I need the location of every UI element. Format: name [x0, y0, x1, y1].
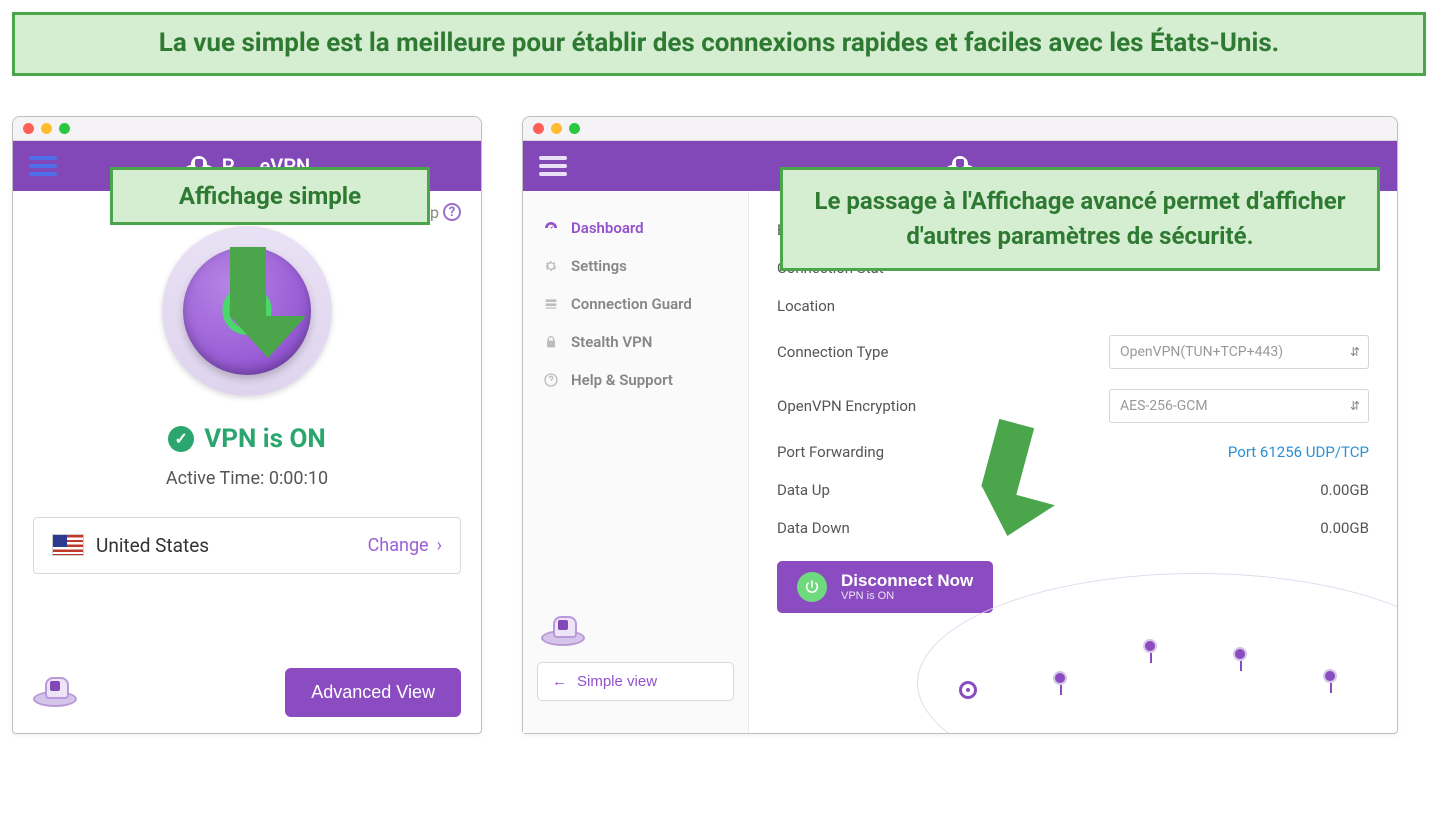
sidebar-item-settings[interactable]: Settings — [523, 247, 748, 285]
window-titlebar — [523, 117, 1397, 141]
sidebar-item-label: Connection Guard — [571, 295, 692, 313]
disconnect-subtitle: VPN is ON — [841, 590, 894, 603]
help-icon: ? — [443, 203, 461, 221]
change-location-link[interactable]: Change › — [368, 535, 442, 556]
window-titlebar — [13, 117, 481, 141]
field-label: OpenVPN Encryption — [777, 397, 916, 415]
fullscreen-icon[interactable] — [569, 123, 580, 134]
minimize-icon[interactable] — [551, 123, 562, 134]
sidebar-item-help[interactable]: Help & Support — [523, 361, 748, 399]
hamburger-menu-icon[interactable] — [539, 152, 567, 180]
hat-logo-icon — [541, 616, 585, 646]
callout-advanced-view: Le passage à l'Affichage avancé permet d… — [780, 167, 1380, 271]
arrow-left-icon: ← — [552, 673, 567, 690]
sidebar-item-label: Help & Support — [571, 371, 673, 389]
pin-icon — [1323, 669, 1337, 683]
advanced-view-button[interactable]: Advanced View — [285, 668, 461, 717]
disconnect-button[interactable]: Disconnect Now VPN is ON — [777, 561, 993, 613]
power-icon — [797, 572, 827, 602]
sidebar-item-label: Settings — [571, 257, 627, 275]
pin-icon — [1143, 639, 1157, 653]
fullscreen-icon[interactable] — [59, 123, 70, 134]
minimize-icon[interactable] — [41, 123, 52, 134]
simple-view-label: Simple view — [577, 673, 657, 690]
field-label: Data Up — [777, 481, 830, 499]
field-label: Port Forwarding — [777, 443, 884, 461]
select-value: AES-256-GCM — [1120, 398, 1208, 414]
sidebar-item-stealth-vpn[interactable]: Stealth VPN — [523, 323, 748, 361]
simple-view-button[interactable]: ← Simple view — [537, 662, 734, 701]
lock-icon — [543, 334, 559, 350]
location-card: United States Change › — [33, 517, 461, 574]
annotation-banner: La vue simple est la meilleure pour étab… — [12, 12, 1426, 76]
vpn-status-text: VPN is ON — [204, 424, 326, 454]
location-name: United States — [96, 534, 209, 557]
vpn-status: ✓ VPN is ON — [168, 424, 326, 454]
data-up-value: 0.00GB — [1320, 481, 1369, 499]
connection-type-select[interactable]: OpenVPN(TUN+TCP+443) — [1109, 335, 1369, 369]
callout-simple-view: Affichage simple — [110, 167, 430, 225]
dashboard-panel: External IP Connection Stat Location Con… — [749, 191, 1397, 733]
close-icon[interactable] — [23, 123, 34, 134]
data-down-value: 0.00GB — [1320, 519, 1369, 537]
close-icon[interactable] — [533, 123, 544, 134]
check-icon: ✓ — [168, 426, 194, 452]
sidebar-item-dashboard[interactable]: Dashboard — [523, 209, 748, 247]
gauge-icon — [543, 220, 559, 236]
field-label: Data Down — [777, 519, 850, 537]
pin-icon — [1233, 647, 1247, 661]
shield-icon — [543, 296, 559, 312]
field-label: Connection Type — [777, 343, 888, 361]
encryption-select[interactable]: AES-256-GCM — [1109, 389, 1369, 423]
disconnect-title: Disconnect Now — [841, 571, 973, 591]
field-label: Location — [777, 297, 835, 315]
sidebar-item-label: Stealth VPN — [571, 333, 652, 351]
flag-us-icon — [52, 534, 84, 556]
port-forwarding-value[interactable]: Port 61256 UDP/TCP — [1228, 443, 1369, 461]
location-marker-icon — [959, 681, 977, 699]
hamburger-menu-icon[interactable] — [29, 152, 57, 180]
help-icon — [543, 372, 559, 388]
hat-logo-icon — [33, 677, 77, 707]
gear-icon — [543, 258, 559, 274]
pin-icon — [1053, 671, 1067, 685]
active-time: Active Time: 0:00:10 — [166, 468, 328, 489]
chevron-right-icon: › — [437, 535, 442, 556]
change-label: Change — [368, 535, 429, 556]
sidebar-item-connection-guard[interactable]: Connection Guard — [523, 285, 748, 323]
sidebar-item-label: Dashboard — [571, 219, 644, 237]
select-value: OpenVPN(TUN+TCP+443) — [1120, 344, 1283, 360]
sidebar: Dashboard Settings Connection Guard — [523, 191, 749, 733]
